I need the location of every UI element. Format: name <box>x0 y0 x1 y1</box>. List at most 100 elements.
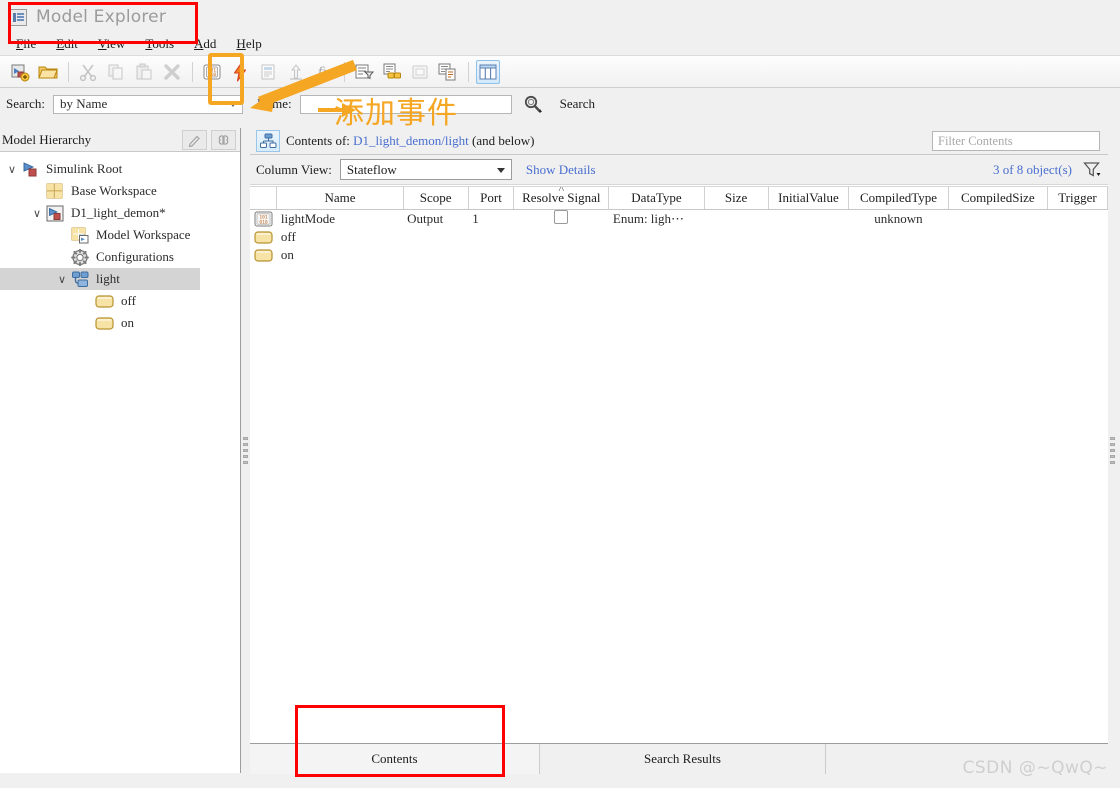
table-header-row: NameScopePortResolve SignalDataTypeSizeI… <box>250 187 1108 210</box>
model-hierarchy-panel: Model Hierarchy ∨ Simulink Root Base Works… <box>0 128 241 773</box>
tree-item-label: off <box>121 293 136 308</box>
add-input-trigger-icon <box>284 60 308 84</box>
cell-ctype: unknown <box>874 210 923 226</box>
chevron-down-icon <box>228 101 237 107</box>
model-hierarchy-title: Model Hierarchy <box>2 131 92 147</box>
state-icon <box>95 314 115 332</box>
delete-x-icon <box>160 60 184 84</box>
model-explorer-icon <box>10 8 27 26</box>
add-data-icon[interactable]: 101 010 <box>200 60 224 84</box>
menu-item-edit[interactable]: Edit <box>46 36 88 52</box>
cell-csize <box>948 209 1047 228</box>
tab-contents[interactable]: Contents <box>250 744 540 774</box>
model-hierarchy-tree: ∨ Simulink Root Base Workspace ∨ D1_light_de… <box>0 152 240 334</box>
link-objects-icon[interactable] <box>380 60 404 84</box>
tree-item-off[interactable]: off <box>0 290 240 312</box>
window-title: Model Explorer <box>36 7 167 27</box>
model-hierarchy-header: Model Hierarchy <box>0 128 240 152</box>
filter-contents-input[interactable]: Filter Contents <box>932 131 1100 151</box>
title-bar: Model Explorer <box>0 0 1120 34</box>
state-icon <box>95 292 115 310</box>
menu-item-tools[interactable]: Tools <box>135 36 184 52</box>
cell-ctype <box>849 246 948 264</box>
table-header-trigger[interactable]: Trigger <box>1047 187 1108 210</box>
tree-item-light[interactable]: ∨ light <box>0 268 200 290</box>
search-criteria-value: by Name <box>59 96 108 111</box>
tree-item-label: Base Workspace <box>71 183 157 198</box>
svg-text:010: 010 <box>208 72 216 78</box>
model-icon <box>45 204 65 222</box>
right-splitter-handle[interactable] <box>1108 128 1117 773</box>
state-icon <box>250 246 277 264</box>
table-row[interactable]: 101 010 lightMode Output 1 Enum: ligh⋯ unknown <box>250 209 1108 228</box>
cell-scope <box>403 246 468 264</box>
infinity-icon[interactable] <box>211 129 236 150</box>
menu-item-view[interactable]: View <box>88 36 135 52</box>
table-header-ctype[interactable]: CompiledType <box>848 187 949 210</box>
open-folder-icon[interactable] <box>36 60 60 84</box>
table-header-size[interactable]: Size <box>704 187 769 210</box>
new-model-icon[interactable] <box>8 60 32 84</box>
svg-text:fx: fx <box>316 65 330 81</box>
search-magnifier-icon[interactable] <box>520 93 546 115</box>
table-header-scope[interactable]: Scope <box>403 187 469 210</box>
paste-icon <box>132 60 156 84</box>
column-view-dropdown[interactable]: Stateflow <box>339 159 512 180</box>
table-body: 101 010 lightMode Output 1 Enum: ligh⋯ unknown… <box>250 209 1108 264</box>
search-criteria-dropdown[interactable]: by Name <box>52 94 243 114</box>
menu-item-file[interactable]: File <box>6 36 46 52</box>
tab-search-results[interactable]: Search Results <box>540 744 826 774</box>
cell-size <box>704 228 768 246</box>
toolbar-separator <box>344 61 345 82</box>
tree-item-simulink-root[interactable]: ∨ Simulink Root <box>0 158 240 180</box>
table-header-port[interactable]: Port <box>468 187 515 210</box>
cell-size <box>704 246 768 264</box>
add-function-fx-icon: fx <box>312 60 336 84</box>
table-header-resolve[interactable]: Resolve Signal <box>513 187 610 210</box>
table-header-datatype[interactable]: DataType <box>608 187 705 210</box>
tree-item-label: light <box>96 271 120 286</box>
cell-datatype: Enum: ligh⋯ <box>612 210 685 226</box>
copy-details-icon[interactable] <box>436 60 460 84</box>
table-header-icon[interactable] <box>250 187 278 210</box>
filter-list-icon[interactable] <box>352 60 376 84</box>
chevron-down-icon[interactable]: ∨ <box>4 161 20 177</box>
chevron-down-icon[interactable]: ∨ <box>54 271 70 287</box>
filter-funnel-icon[interactable] <box>1082 160 1102 180</box>
tree-item-configurations[interactable]: Configurations <box>0 246 240 268</box>
add-event-lightning-icon[interactable] <box>228 60 252 84</box>
table-header-initial[interactable]: InitialValue <box>768 187 850 210</box>
cell-initial <box>768 246 849 264</box>
cell-size <box>704 209 768 228</box>
table-header-name[interactable]: Name <box>276 187 404 210</box>
tree-item-base-workspace[interactable]: Base Workspace <box>0 180 240 202</box>
menu-item-help[interactable]: Help <box>226 36 271 52</box>
cell-ctype <box>849 228 948 246</box>
chevron-down-icon[interactable]: ∨ <box>29 205 45 221</box>
show-details-link[interactable]: Show Details <box>526 162 596 178</box>
cell-trigger <box>1047 228 1107 246</box>
table-row[interactable]: off <box>250 228 1108 246</box>
checkbox-unchecked[interactable] <box>554 209 569 224</box>
toolbar-separator <box>68 61 69 82</box>
menu-bar: File Edit View Tools Add Help <box>0 34 1120 54</box>
link-pen-icon[interactable] <box>182 129 207 150</box>
tree-item-d1-light-demon-[interactable]: ∨ D1_light_demon* <box>0 202 240 224</box>
table-header-csize[interactable]: CompiledSize <box>948 187 1048 210</box>
contents-suffix: (and below) <box>468 133 535 148</box>
search-name-input[interactable] <box>299 94 512 114</box>
tree-item-on[interactable]: on <box>0 312 240 334</box>
menu-item-add[interactable]: Add <box>184 36 226 52</box>
cell-scope: Output <box>407 210 444 226</box>
resolve-signal-checkbox[interactable] <box>514 209 609 228</box>
cell-datatype <box>609 228 704 246</box>
search-button[interactable]: Search <box>560 96 595 112</box>
cell-initial <box>768 228 849 246</box>
tree-item-label: Simulink Root <box>46 161 123 176</box>
contents-hierarchy-icon <box>256 130 280 152</box>
table-row[interactable]: on <box>250 246 1108 264</box>
tree-item-model-workspace[interactable]: Model Workspace <box>0 224 240 246</box>
left-splitter-handle[interactable] <box>241 128 250 773</box>
contents-table: NameScopePortResolve SignalDataTypeSizeI… <box>250 187 1108 264</box>
column-view-icon[interactable] <box>476 59 500 84</box>
